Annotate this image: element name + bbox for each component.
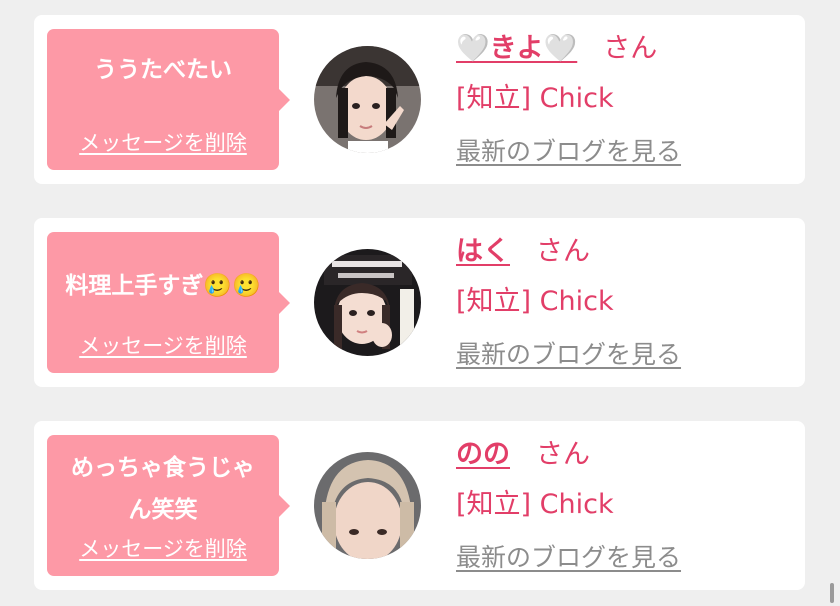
message-card: 料理上手すぎ🥲🥲 メッセージを削除 はく さん [知立] Chick 最新のブロ… (34, 218, 805, 387)
member-info: 🤍きよ🤍 さん [知立] Chick 最新のブログを見る (456, 15, 796, 184)
group-label: [知立] Chick (456, 83, 614, 114)
latest-blog-link[interactable]: 最新のブログを見る (456, 538, 681, 574)
message-card: めっちゃ食うじゃん笑笑 メッセージを削除 のの さん [知立] Chick 最新… (34, 421, 805, 590)
delete-message-link[interactable]: メッセージを削除 (47, 533, 279, 563)
message-list: ううたべたい メッセージを削除 🤍きよ🤍 さん [知立] Chick 最新のブロ… (0, 0, 840, 606)
member-name-row: はく さん (456, 232, 590, 268)
latest-blog-link[interactable]: 最新のブログを見る (456, 335, 681, 371)
member-name-link[interactable]: のの (456, 432, 510, 471)
message-text: ううたべたい (94, 57, 232, 83)
member-name-row: のの さん (456, 435, 590, 471)
message-text: めっちゃ食うじゃん笑笑 (71, 455, 255, 523)
delete-message-link[interactable]: メッセージを削除 (47, 127, 279, 157)
message-bubble: めっちゃ食うじゃん笑笑 メッセージを削除 (47, 435, 290, 576)
message-bubble: ううたべたい メッセージを削除 (47, 29, 290, 170)
honorific-label: さん (536, 439, 590, 470)
group-label: [知立] Chick (456, 286, 614, 317)
latest-blog-link[interactable]: 最新のブログを見る (456, 132, 681, 168)
group-label: [知立] Chick (456, 489, 614, 520)
member-info: はく さん [知立] Chick 最新のブログを見る (456, 218, 796, 387)
honorific-label: さん (603, 33, 658, 64)
avatar[interactable] (314, 249, 421, 356)
member-name-link[interactable]: 🤍きよ🤍 (456, 26, 577, 65)
delete-message-link[interactable]: メッセージを削除 (47, 330, 279, 360)
honorific-label: さん (536, 236, 590, 267)
message-text: 料理上手すぎ🥲🥲 (65, 273, 261, 299)
member-info: のの さん [知立] Chick 最新のブログを見る (456, 421, 796, 590)
avatar[interactable] (314, 452, 421, 559)
scrollbar[interactable] (830, 583, 834, 603)
message-bubble: 料理上手すぎ🥲🥲 メッセージを削除 (47, 232, 290, 373)
avatar[interactable] (314, 46, 421, 153)
message-card: ううたべたい メッセージを削除 🤍きよ🤍 さん [知立] Chick 最新のブロ… (34, 15, 805, 184)
member-name-row: 🤍きよ🤍 さん (456, 29, 657, 65)
member-name-link[interactable]: はく (456, 229, 510, 268)
